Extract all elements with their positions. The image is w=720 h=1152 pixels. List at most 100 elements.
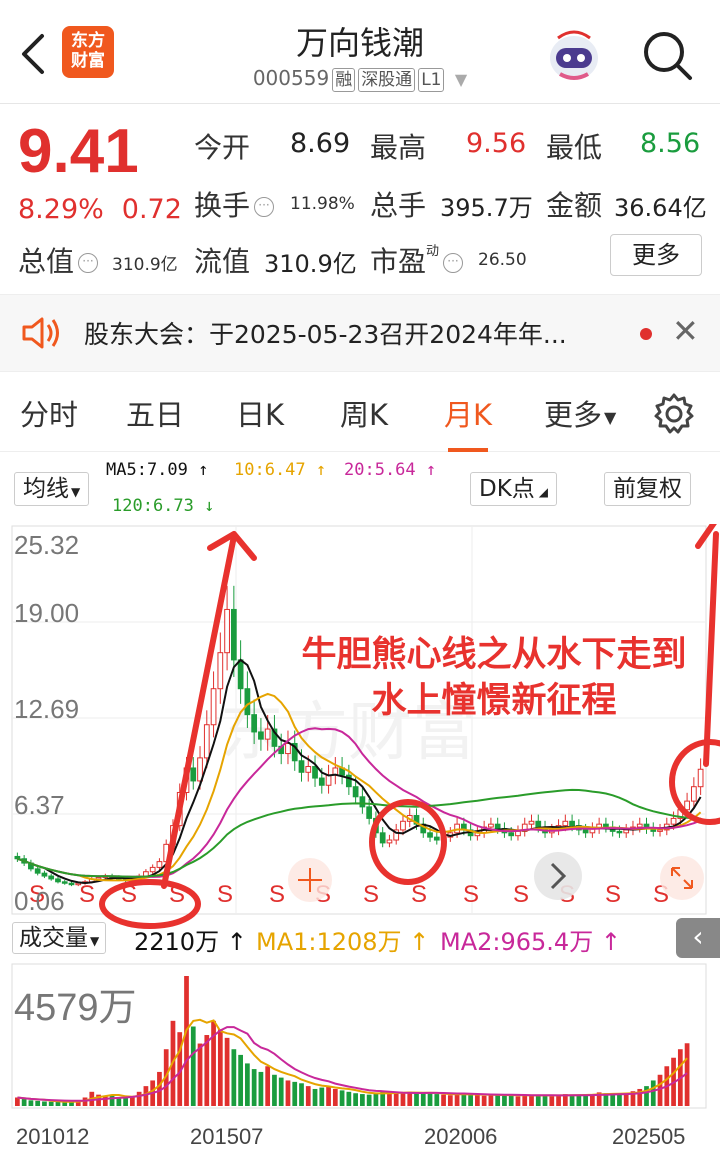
expand-icon[interactable] [660, 856, 704, 900]
candle-body [359, 796, 366, 808]
volume-bar [346, 1091, 352, 1106]
candle-body [379, 832, 386, 844]
open-label: 今开 [194, 131, 251, 164]
tab-monthly-k[interactable]: 月K [444, 392, 492, 452]
candle-body [312, 766, 318, 779]
caret-down-icon: ▼ [90, 934, 100, 948]
volume-bar [373, 1093, 379, 1106]
volume-label: 总手 [370, 189, 427, 222]
volume-bar [326, 1086, 331, 1106]
y-tick-3: 12.69 [14, 694, 80, 724]
volume-bar [475, 1095, 480, 1106]
price-change: 8.29% 0.72 [18, 194, 182, 225]
chevron-right-icon[interactable] [534, 852, 582, 900]
info-icon[interactable]: ··· [78, 253, 99, 273]
monthly-k-chart[interactable]: 东方财富 SSSSSSSSSSSSSS [0, 524, 720, 1152]
volume-bar [285, 1080, 291, 1106]
x-tick-3: 202006 [424, 1124, 498, 1149]
volume-bar [292, 1081, 298, 1106]
candle-body [400, 820, 406, 831]
tab-weekly-k[interactable]: 周K [340, 392, 388, 434]
candle-body [494, 823, 501, 829]
volume-bar [251, 1069, 257, 1106]
annotation-text: 牛胆熊心线之从水下走到 水上憧憬新征程 [301, 635, 687, 721]
candle-body [697, 768, 704, 788]
candle-body [149, 866, 156, 873]
assistant-robot-icon[interactable] [544, 28, 604, 84]
candle-body [285, 742, 291, 755]
more-button[interactable]: 更多 [610, 234, 702, 276]
dk-point-button[interactable]: DK点 ◢ [470, 472, 558, 506]
volume-bar [204, 1035, 210, 1106]
ma10-value: 10:6.47 ↑ [234, 460, 327, 480]
volume-selector[interactable]: 成交量 ▼ [12, 922, 107, 954]
candle-body [603, 823, 609, 828]
candle-body [454, 823, 460, 834]
tab-intraday[interactable]: 分时 [20, 392, 78, 434]
plus-icon[interactable] [288, 858, 332, 902]
notice-text: 股东大会：于2025-05-23召开2024年年... [84, 320, 567, 349]
volume-bar [468, 1094, 473, 1106]
volume-bar [583, 1095, 588, 1106]
ma-selector[interactable]: 均线 ▼ [14, 472, 90, 506]
volume-bar [502, 1095, 507, 1106]
stock-code-line[interactable]: 000559 融深股通 L1 ▼ [0, 66, 720, 92]
turnover-label: 换手 ··· [194, 184, 278, 224]
close-icon[interactable]: ✕ [672, 313, 699, 349]
volume-bar [184, 976, 189, 1106]
candle-body [305, 766, 312, 773]
tab-daily-k[interactable]: 日K [236, 392, 284, 434]
volume-bar [21, 1098, 27, 1106]
search-icon[interactable] [640, 30, 696, 82]
volume-bar [109, 1095, 115, 1106]
volume-bar [488, 1094, 494, 1106]
volume-bar [299, 1083, 304, 1106]
volume-bar [535, 1095, 541, 1106]
y-tick-4: 6.37 [14, 790, 65, 820]
caret-down-icon: ▼ [71, 485, 81, 499]
candle-body [636, 823, 643, 828]
tab-five-day[interactable]: 五日 [126, 392, 184, 434]
high-value: 9.56 [466, 128, 527, 159]
ma5-value: MA5:7.09 ↑ [106, 460, 209, 480]
mktcap-label: 总值 ··· [18, 240, 102, 280]
volume-ma2: MA2:965.4万 ↑ [440, 928, 621, 956]
float-cap-label: 流值 [194, 245, 251, 278]
pe-label: 市盈动··· [370, 240, 467, 280]
candle-body [535, 820, 542, 828]
candle-body [670, 817, 677, 825]
ma-indicator-bar: 均线 ▼ MA5:7.09 ↑ 10:6.47 ↑ 20:5.64 ↑ 120:6… [0, 452, 720, 524]
volume-bar [245, 1063, 250, 1106]
volume-bar [454, 1094, 460, 1106]
chevron-down-icon: ▼ [454, 70, 468, 89]
gear-icon[interactable] [652, 392, 696, 436]
volume-indicator-bar: 成交量 ▼ 2210万 ↑ MA1:1208万 ↑ MA2:965.4万 ↑ ‹ [0, 912, 720, 964]
candle-body [237, 659, 244, 690]
info-icon[interactable]: ··· [443, 253, 464, 273]
candle-body [244, 688, 251, 716]
candle-body [41, 872, 48, 877]
volume-bar [393, 1092, 399, 1106]
last-price: 9.41 [18, 117, 139, 186]
forward-adjust-button[interactable]: 前复权 [604, 472, 691, 506]
volume-bar [522, 1095, 528, 1106]
candle-body [68, 882, 75, 886]
collapse-panel-button[interactable]: ‹ [676, 918, 720, 958]
volume-bar [312, 1088, 318, 1106]
volume-bar [35, 1100, 41, 1106]
volume-bar [217, 1029, 223, 1106]
candle-body [318, 777, 325, 786]
volume-bar [278, 1077, 284, 1106]
volume-bar [123, 1098, 128, 1106]
info-icon[interactable]: ··· [254, 197, 275, 217]
tag-shenzhen-connect: 深股通 [358, 68, 416, 92]
notice-bar[interactable]: 股东大会：于2025-05-23召开2024年年... ✕ [0, 294, 720, 372]
candle-body [217, 652, 224, 690]
tag-margin: 融 [332, 68, 356, 92]
tab-more[interactable]: 更多 ▼ [544, 392, 616, 434]
candle-body [55, 878, 61, 883]
volume-bar [190, 1026, 196, 1106]
volume-bar [400, 1093, 406, 1106]
candle-body [657, 829, 663, 832]
speaker-icon [22, 317, 59, 349]
